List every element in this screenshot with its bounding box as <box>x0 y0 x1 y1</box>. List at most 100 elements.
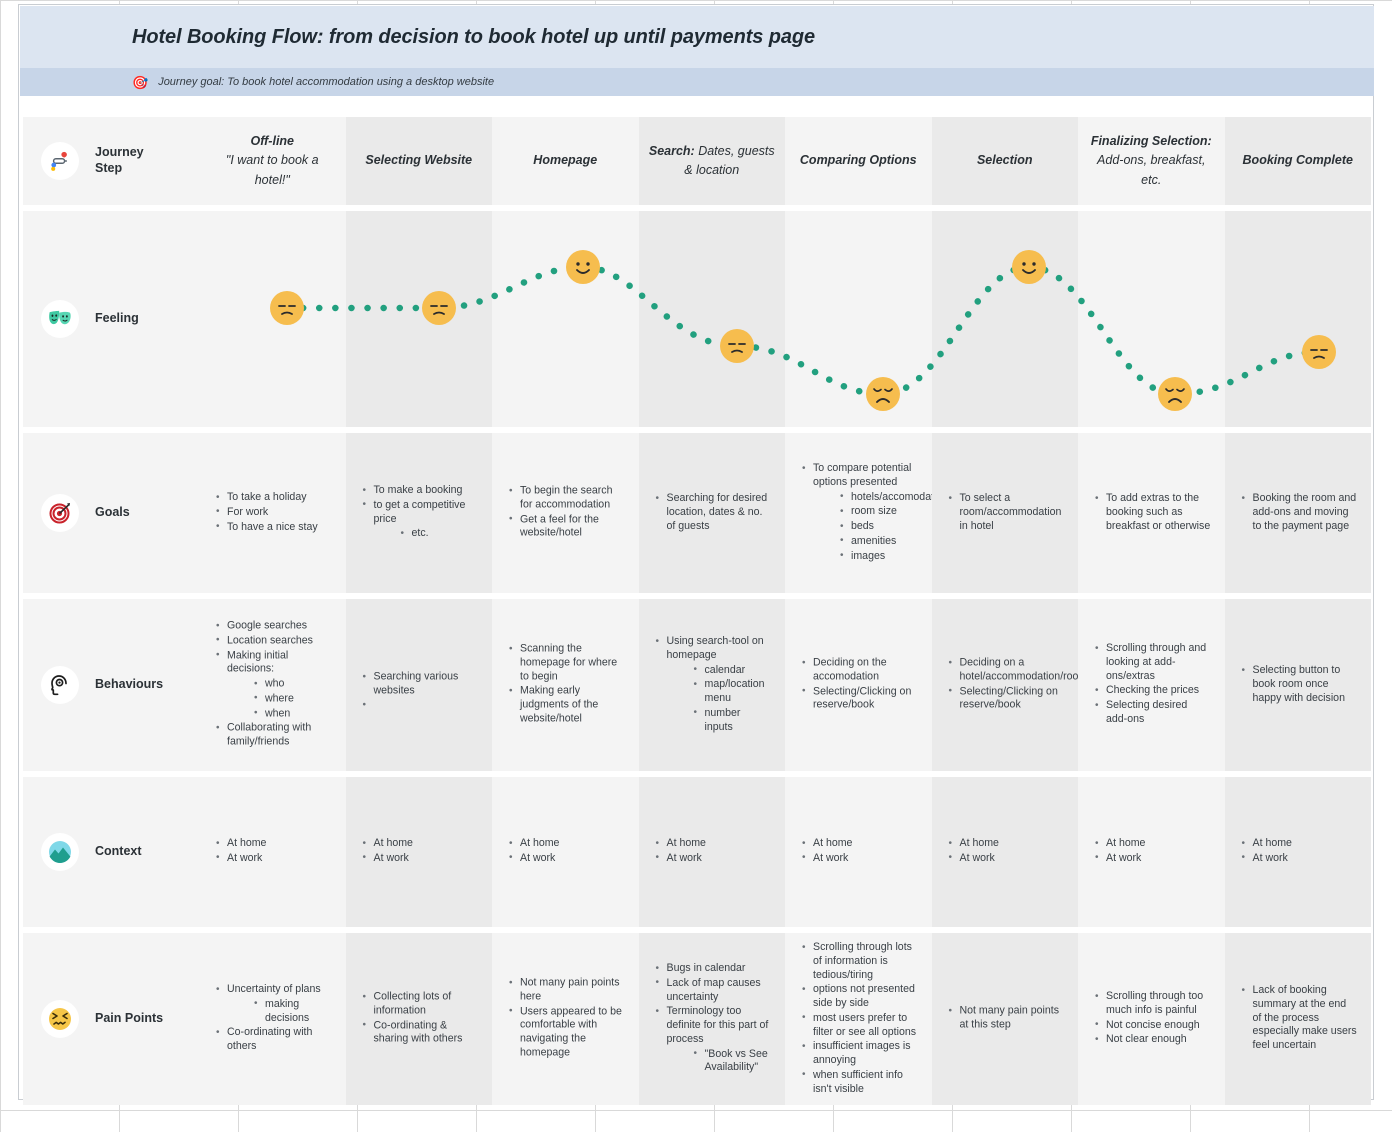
journey-goal-band: 🎯 Journey goal: To book hotel accommodat… <box>20 68 1374 96</box>
feeling-cell-selection <box>931 211 1078 427</box>
bullet-marker: • <box>509 643 513 655</box>
mood-face-neutral-offline <box>270 291 304 325</box>
step-header-finalizing-selection: Finalizing Selection: Add-ons, breakfast,… <box>1078 117 1225 205</box>
list-item-text: Bugs in calendar <box>666 961 746 974</box>
feeling-cells <box>199 211 1371 427</box>
list-item-text: making decisions <box>265 997 310 1024</box>
pain-points-cell-selection: • Not many pain points at this step <box>931 933 1078 1105</box>
list-item: • To compare potential options presented •… <box>801 461 948 563</box>
bullet-marker: • <box>362 990 367 1002</box>
bullet-marker: • <box>362 671 367 683</box>
bullet-marker: • <box>1241 492 1246 504</box>
bullet-marker: • <box>216 520 220 532</box>
step-subtitle: "I want to book a hotel!" <box>225 153 319 187</box>
list-item-text: Get a feel for the website/hotel <box>520 513 599 539</box>
step-header-booking-complete: Booking Complete <box>1224 117 1371 205</box>
bullet-marker: • <box>802 1069 806 1081</box>
list-item: • At home <box>215 837 332 851</box>
feeling-cell-booking-complete <box>1224 211 1371 427</box>
list-item: • Co-ordinating with others <box>215 1026 332 1054</box>
list-item: • At home <box>948 837 1065 851</box>
list-item: • To select a room/accommodation in hotel <box>948 492 1065 533</box>
row-label-goals: Goals <box>23 433 199 593</box>
bullet-list: • At home • At work <box>948 837 1065 866</box>
bullet-marker: • <box>1095 990 1099 1002</box>
list-item: • To have a nice stay <box>215 520 332 534</box>
behaviours-row: Behaviours • Google searches • Location sea… <box>23 599 1371 771</box>
goals-cell-comparing-options: • To compare potential options presented •… <box>785 433 948 593</box>
bullet-marker: • <box>216 620 220 632</box>
list-item-text: where <box>265 692 294 705</box>
bullet-marker: • <box>655 837 660 849</box>
list-item: • For work <box>215 506 332 520</box>
bullet-list: • Scrolling through and looking at add-on… <box>1094 642 1211 727</box>
list-item-text: number inputs <box>704 706 741 733</box>
bullet-marker: • <box>216 983 220 995</box>
list-item: • Collaborating with family/friends <box>215 722 332 750</box>
list-item: • At home <box>801 837 918 851</box>
list-item-text: amenities <box>851 534 897 547</box>
goals-row: Goals • To take a holiday • For work • To hav… <box>23 433 1371 593</box>
list-item-text: Not concise enough <box>1106 1018 1200 1031</box>
bullet-marker: • <box>1241 984 1246 996</box>
pain-points-cell-finalizing-selection: • Scrolling through too much info is pain… <box>1078 933 1225 1105</box>
pain-points-cell-search: • Bugs in calendar • Lack of map causes unc… <box>638 933 785 1105</box>
bullet-marker: • <box>216 634 220 646</box>
confounded-face-icon <box>41 1000 79 1038</box>
list-item-text: At home <box>1252 837 1292 850</box>
bullet-marker: • <box>1095 1033 1099 1045</box>
bullet-marker: • <box>362 837 367 849</box>
bullet-list: • Uncertainty of plans • making decisions • C… <box>215 983 332 1054</box>
bullet-marker: • <box>802 656 806 668</box>
list-item-text: to get a competitive price <box>373 498 466 525</box>
list-item-text: At home <box>520 837 560 850</box>
list-item-text: At work <box>520 852 556 864</box>
step-title: Selection <box>976 153 1033 168</box>
list-item: • At work <box>215 852 332 866</box>
bullet-marker: • <box>693 707 698 719</box>
bullet-marker: • <box>840 505 844 517</box>
mood-face-happy-selection <box>1012 250 1046 284</box>
bullet-marker: • <box>1095 642 1099 654</box>
list-item-text: At work <box>1252 852 1288 864</box>
list-item-text: Co-ordinating & sharing with others <box>373 1019 463 1045</box>
goals-cell-offline: • To take a holiday • For work • To have a ni… <box>199 433 346 593</box>
bullet-marker: • <box>655 852 660 864</box>
bullet-marker: • <box>509 1005 513 1017</box>
feeling-cell-comparing-options <box>785 211 932 427</box>
list-item-text: Scrolling through lots of information is… <box>813 940 912 981</box>
step-title: Booking Complete <box>1242 153 1353 168</box>
list-item-text: options not presented side by side <box>813 983 915 1009</box>
list-item-text: Scanning the homepage for where to begin <box>520 642 618 683</box>
bullet-list: • At home • At work <box>1094 837 1211 866</box>
step-header-search: Search: Dates, guests & location <box>638 117 785 205</box>
feeling-cell-search <box>638 211 785 427</box>
list-item-text: Users appeared to be comfortable with na… <box>520 1005 622 1059</box>
bullet-marker: • <box>362 699 367 711</box>
step-title: Off-line <box>250 133 295 148</box>
bullet-sublist: • who • where • when <box>227 678 332 721</box>
list-item: • Scrolling through too much info is pain… <box>1094 990 1211 1018</box>
list-item-text: For work <box>227 505 269 518</box>
bullet-marker: • <box>802 852 806 864</box>
list-item-text: To compare potential options presented <box>813 461 912 488</box>
list-item: • At home <box>1094 837 1211 851</box>
list-item-text: when sufficient info isn't visible <box>813 1068 903 1095</box>
list-item-text: most users prefer to filter or see all o… <box>813 1011 917 1038</box>
bullet-list: • To begin the search for accommodation • G… <box>508 484 625 540</box>
journey-step-row: Journey Step Off-line "I want to book a ho… <box>23 117 1371 205</box>
list-item: • "Book vs See Availability" <box>693 1048 772 1076</box>
bullet-marker: • <box>802 983 806 995</box>
list-item-text: At work <box>227 852 263 864</box>
behaviours-cell-homepage: • Scanning the homepage for where to begi… <box>492 599 639 771</box>
list-item-text: At home <box>227 837 267 850</box>
bullet-list: • Searching for desired location, dates &… <box>655 492 772 533</box>
pain-points-row: Pain Points • Uncertainty of plans • making… <box>23 933 1371 1105</box>
row-label-text: Feeling <box>95 311 139 326</box>
list-item: • etc. <box>400 527 479 541</box>
bullet-list: • To take a holiday • For work • To have a ni… <box>215 491 332 534</box>
list-item: • To take a holiday <box>215 491 332 505</box>
list-item-text: Lack of map causes uncertainty <box>666 976 761 1003</box>
bullet-marker: • <box>509 484 513 496</box>
dart-board-icon: 🎯 <box>132 74 149 90</box>
